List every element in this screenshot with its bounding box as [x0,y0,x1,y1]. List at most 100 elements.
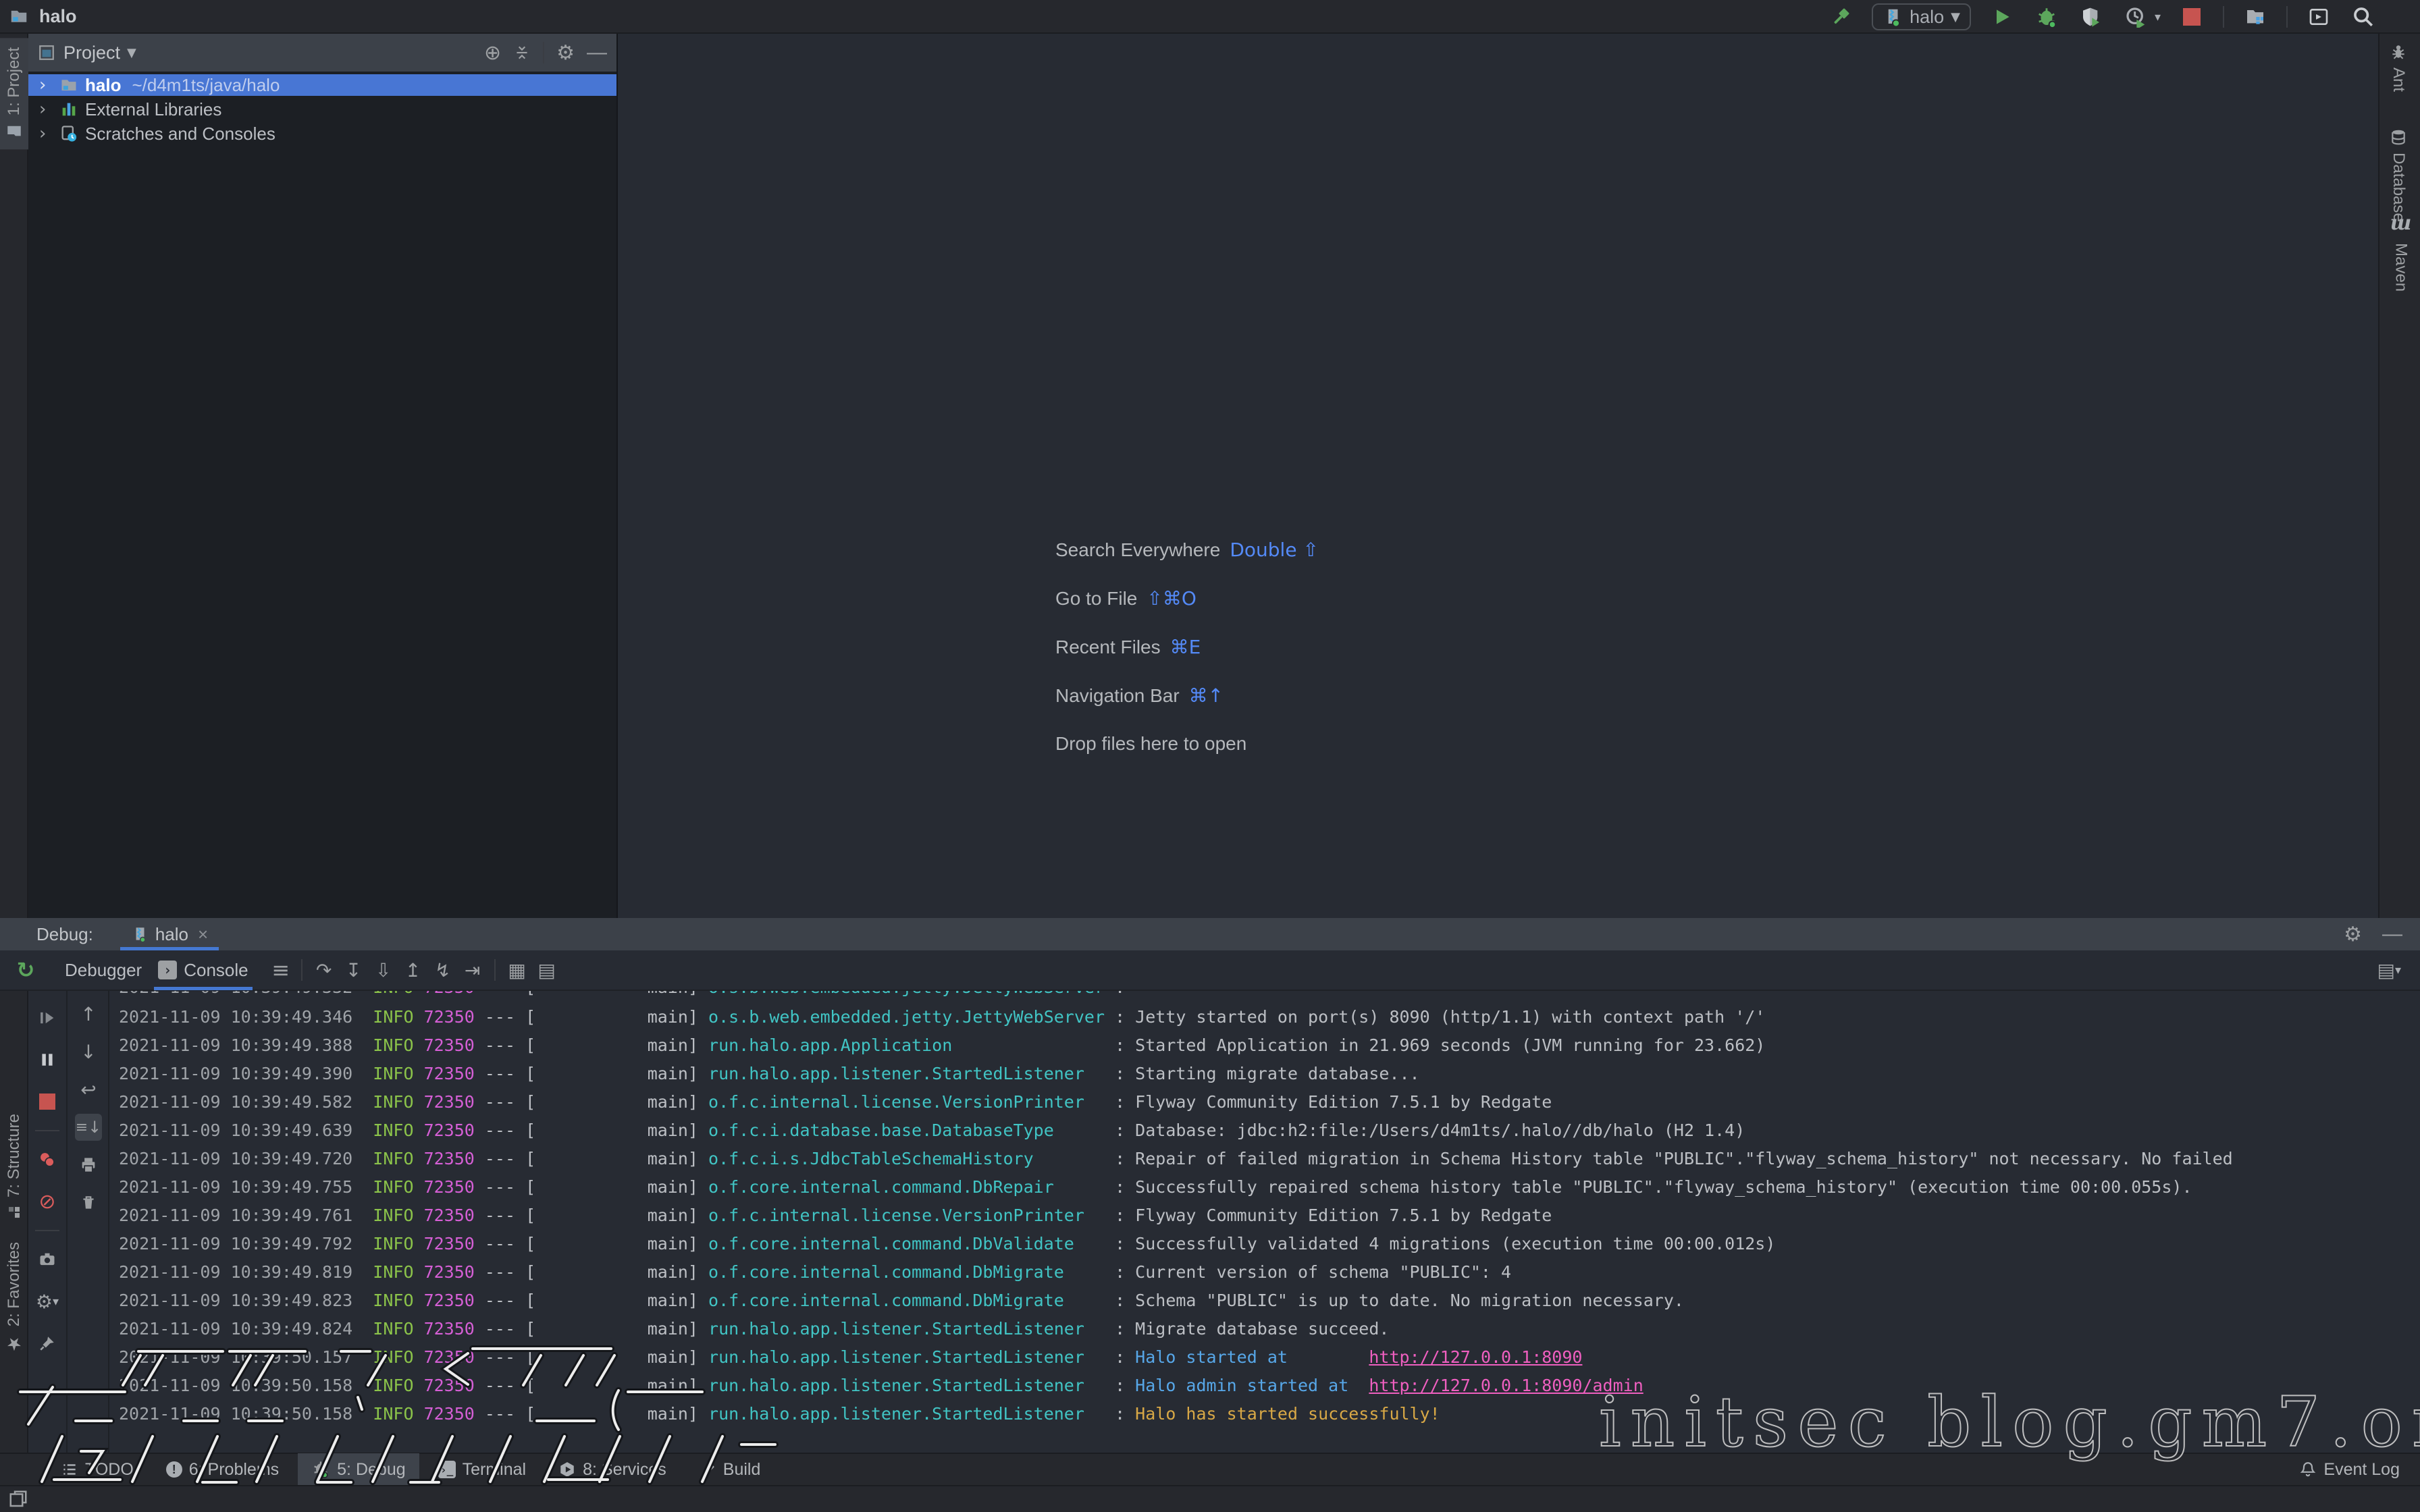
thread-dump-camera-icon[interactable] [34,1246,61,1273]
tree-row[interactable]: ›halo~/d4m1ts/java/halo [28,74,616,96]
debug-button[interactable] [2033,3,2060,30]
debug-session-tab[interactable]: halo × [120,918,219,950]
log-message: Halo has started successfully! [1135,1404,1440,1424]
log-link[interactable]: http://127.0.0.1:8090/admin [1369,1376,1643,1395]
log-seg-plain: ] [688,1291,708,1310]
step-into-icon[interactable]: ↧ [339,959,369,981]
chevron-right-icon[interactable]: › [39,124,53,144]
log-seg-plain: --- [ [475,1007,535,1027]
tab-console[interactable]: ›Console [150,950,256,990]
gear-icon[interactable]: ⚙ [2344,923,2362,946]
sidebar-tab-maven[interactable]: m Maven [2389,215,2413,292]
log-line: 2021-11-09 10:39:49.819 INFO 72350 --- [… [119,1258,2420,1287]
sidebar-tab-ant[interactable]: Ant [2389,43,2408,92]
tab-label: Debugger [65,960,142,981]
project-view-title[interactable]: Project [63,43,120,63]
log-message: Successfully validated 4 migrations (exe… [1135,1234,1775,1253]
run-to-cursor-icon[interactable]: ⇥ [458,959,488,981]
down-stack-icon[interactable]: ↓ [75,1038,102,1065]
profiler-dropdown-icon[interactable]: ▾ [2155,10,2161,24]
log-seg-plain: --- [ [475,1149,535,1168]
log-line: 2021-11-09 10:39:49.761 INFO 72350 --- [… [119,1202,2420,1230]
log-seg-plain: ] [688,1319,708,1339]
sidebar-tab-structure[interactable]: 7: Structure [0,1114,28,1220]
run-button[interactable] [1989,3,2016,30]
collapse-all-icon[interactable] [513,44,531,61]
build-hammer-icon[interactable] [1827,3,1854,30]
log-seg-plain: : [1115,1262,1135,1282]
view-breakpoints-icon[interactable] [34,1146,61,1173]
mute-breakpoints-icon[interactable]: ⊘ [34,1188,61,1215]
restore-layout-icon[interactable]: ▤ [532,959,562,981]
log-seg-plain: : [1115,1234,1135,1253]
log-seg-plain [414,1092,424,1112]
run-configuration-select[interactable]: halo ▼ [1872,3,1971,30]
tool-window-switcher-icon[interactable] [8,1489,28,1509]
toolwindow-tab-problems[interactable]: !6: Problems [153,1453,292,1486]
log-thread: main [535,1315,688,1343]
event-log-button[interactable]: Event Log [2299,1460,2400,1480]
log-seg-plain: --- [ [475,1319,535,1339]
coverage-button[interactable] [2078,3,2105,30]
chevron-right-icon[interactable]: › [39,75,53,95]
project-view-icon[interactable] [38,44,55,61]
chevron-right-icon[interactable]: › [39,99,53,119]
soft-wrap-icon[interactable]: ↩ [75,1076,102,1103]
force-step-into-icon[interactable]: ⇩ [369,959,398,981]
drop-frame-icon[interactable]: ↯ [428,959,458,981]
pause-icon[interactable] [34,1046,61,1073]
tree-row[interactable]: ›External Libraries [28,99,616,120]
step-out-icon[interactable]: ↥ [398,959,428,981]
sidebar-tab-favorites[interactable]: ★ 2: Favorites [0,1242,28,1353]
options-menu-icon[interactable]: ≡ [267,956,294,983]
log-line: 2021-11-09 10:39:49.720 INFO 72350 --- [… [119,1145,2420,1173]
pin-icon[interactable] [34,1330,61,1357]
clear-all-icon[interactable] [75,1189,102,1216]
log-level: INFO [352,1120,413,1140]
print-icon[interactable] [75,1152,102,1179]
up-stack-icon[interactable]: ↑ [75,1000,102,1027]
chevron-down-icon[interactable]: ▼ [127,46,136,60]
stop-button[interactable] [2178,3,2205,30]
stop-icon[interactable] [34,1088,61,1115]
log-link[interactable]: http://127.0.0.1:8090 [1369,1347,1582,1367]
tree-item-path: ~/d4m1ts/java/halo [132,75,280,96]
sidebar-tab-database[interactable]: Database [2389,128,2408,222]
log-logger: run.halo.app.listener.StartedListener [708,1315,1115,1343]
console-output[interactable]: 2021-11-09 10:39:49.332 INFO 72350 --- [… [109,991,2420,1453]
run-anything-window-icon[interactable] [2305,3,2332,30]
log-timestamp: 2021-11-09 10:39:50.158 [119,1404,352,1424]
debug-session-tab-label: halo [155,924,188,945]
scroll-to-end-icon[interactable]: ≡↓ [75,1114,102,1141]
log-timestamp: 2021-11-09 10:39:49.792 [119,1234,352,1253]
search-everywhere-icon[interactable] [2350,3,2377,30]
log-logger: o.s.b.web.embedded.jetty.JettyWebServer [708,991,1115,1002]
services-icon [558,1461,576,1478]
toolwindow-tab-label: 8: Services [583,1460,666,1480]
toolwindow-tab-todo[interactable]: TODO [47,1453,147,1486]
toolwindow-tab-terminal[interactable]: ›_Terminal [425,1453,540,1486]
project-files-icon[interactable] [2242,3,2269,30]
locate-file-icon[interactable]: ⊕ [484,41,501,65]
log-logger: run.halo.app.listener.StartedListener [708,1060,1115,1088]
toolwindow-tab-debug[interactable]: 5: Debug [298,1453,419,1486]
step-over-icon[interactable]: ↷ [309,959,339,981]
toolwindow-tab-services[interactable]: 8: Services [545,1453,680,1486]
stripe-label: 1: Project [5,47,24,115]
hide-panel-icon[interactable]: — [587,41,607,64]
log-logger: o.f.core.internal.command.DbMigrate [708,1258,1115,1287]
gear-icon[interactable]: ⚙ [556,41,575,65]
hide-panel-icon[interactable]: — [2382,923,2402,946]
sidebar-tab-project[interactable]: 1: Project [0,38,28,149]
log-logger: run.halo.app.listener.StartedListener [708,1343,1115,1372]
resume-icon[interactable] [34,1004,61,1031]
rerun-icon[interactable]: ↻ [12,956,39,983]
layout-settings-icon[interactable]: ▤▾ [2377,959,2401,981]
toolwindow-tab-build[interactable]: Build [685,1453,774,1486]
evaluate-expression-icon[interactable]: ▦ [502,959,532,981]
tree-row[interactable]: ›Scratches and Consoles [28,123,616,144]
tab-debugger[interactable]: Debugger [57,950,150,990]
profiler-button[interactable] [2122,3,2149,30]
debug-settings-gear-icon[interactable]: ⚙▾ [34,1288,61,1315]
close-icon[interactable]: × [198,924,208,945]
